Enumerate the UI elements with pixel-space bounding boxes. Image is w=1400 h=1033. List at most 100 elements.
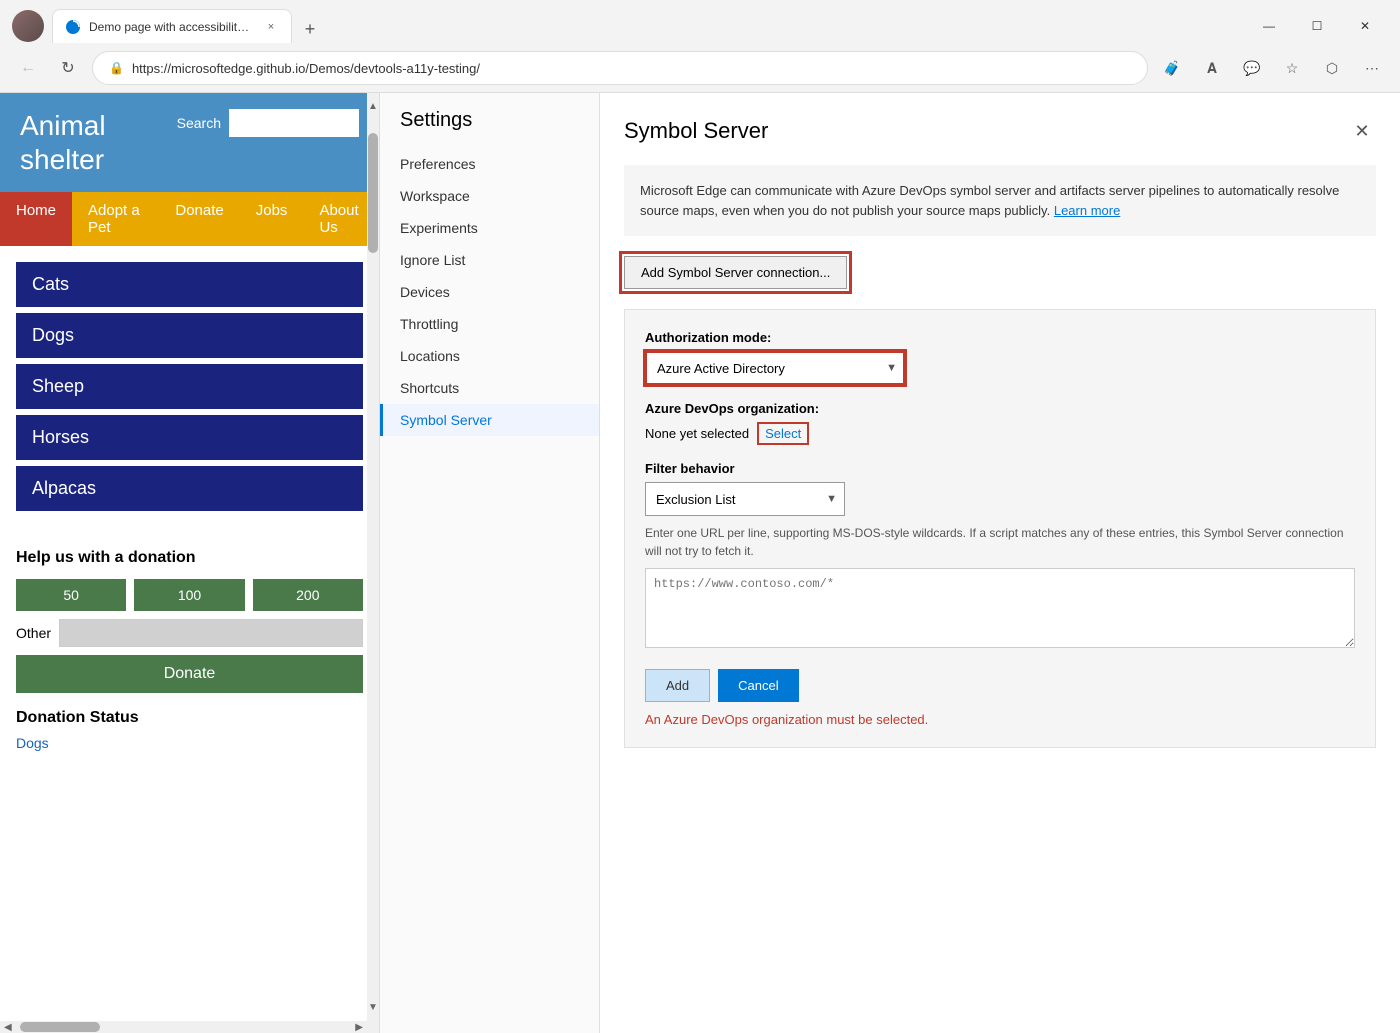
pane-close-btn[interactable]: ✕ (1348, 117, 1376, 145)
address-bar: ← ↻ 🔒 https://microsoftedge.github.io/De… (0, 44, 1400, 92)
add-server-btn[interactable]: Add Symbol Server connection... (624, 256, 847, 289)
nav-donate[interactable]: Donate (159, 192, 239, 246)
auth-mode-group: Authorization mode: Azure Active Directo… (645, 330, 1355, 385)
settings-devices[interactable]: Devices (380, 276, 599, 308)
search-input[interactable] (229, 109, 359, 137)
devops-org-group: Azure DevOps organization: None yet sele… (645, 401, 1355, 445)
nav-adopt[interactable]: Adopt a Pet (72, 192, 159, 246)
amount-100-btn[interactable]: 100 (134, 579, 244, 611)
screen-cast-icon[interactable]: 💬 (1236, 52, 1268, 84)
tab-title: Demo page with accessibility iss (89, 20, 255, 34)
browser-chrome: Demo page with accessibility iss × + — ☐… (0, 0, 1400, 93)
main-content: ▲ ▼ Animal shelter Search Home Adopt a P… (0, 93, 1400, 1033)
devops-select-link[interactable]: Select (757, 422, 809, 445)
close-tab-btn[interactable]: × (263, 19, 279, 35)
sidebar-icon[interactable]: 🧳 (1156, 52, 1188, 84)
auth-select[interactable]: Azure Active Directory Personal Access T… (645, 351, 905, 385)
animal-alpacas[interactable]: Alpacas (16, 466, 363, 511)
cancel-btn[interactable]: Cancel (718, 669, 798, 702)
active-tab[interactable]: Demo page with accessibility iss × (52, 9, 292, 43)
settings-locations[interactable]: Locations (380, 340, 599, 372)
back-btn[interactable]: ← (12, 52, 44, 84)
pane-header: Symbol Server ✕ (624, 117, 1376, 145)
filter-select-wrapper: Exclusion List Inclusion List (645, 482, 845, 516)
filter-select[interactable]: Exclusion List Inclusion List (645, 482, 845, 516)
avatar (12, 10, 44, 42)
amount-50-btn[interactable]: 50 (16, 579, 126, 611)
tab-favicon (65, 19, 81, 35)
settings-preferences[interactable]: Preferences (380, 148, 599, 180)
h-scroll-right-arrow[interactable]: ▶ (355, 1022, 363, 1033)
settings-throttling[interactable]: Throttling (380, 308, 599, 340)
refresh-icon: ↻ (61, 58, 74, 78)
title-bar: Demo page with accessibility iss × + — ☐… (0, 0, 1400, 44)
donation-status-title: Donation Status (16, 709, 363, 727)
collections-icon[interactable]: ⬡ (1316, 52, 1348, 84)
address-actions: 🧳 𝐀 💬 ☆ ⬡ ⋯ (1156, 52, 1388, 84)
scroll-thumb[interactable] (368, 133, 378, 253)
animal-horses[interactable]: Horses (16, 415, 363, 460)
tabs-area: Demo page with accessibility iss × + (52, 9, 1246, 43)
settings-title: Settings (380, 109, 599, 148)
website-title: Animal shelter (20, 109, 106, 176)
filter-behavior-group: Filter behavior Exclusion List Inclusion… (645, 461, 1355, 653)
form-actions: Add Cancel (645, 669, 1355, 702)
animal-dogs[interactable]: Dogs (16, 313, 363, 358)
horizontal-scrollbar[interactable]: ◀ ▶ (0, 1021, 367, 1033)
address-input[interactable]: 🔒 https://microsoftedge.github.io/Demos/… (92, 51, 1148, 85)
h-scroll-thumb[interactable] (20, 1022, 100, 1032)
donation-title: Help us with a donation (16, 549, 363, 567)
window-close-btn[interactable]: ✕ (1342, 10, 1388, 42)
donation-amounts: 50 100 200 (16, 579, 363, 611)
vertical-scrollbar[interactable]: ▲ ▼ (367, 93, 379, 1033)
info-box: Microsoft Edge can communicate with Azur… (624, 165, 1376, 236)
nav-home[interactable]: Home (0, 192, 72, 246)
animal-cats[interactable]: Cats (16, 262, 363, 307)
info-text: Microsoft Edge can communicate with Azur… (640, 183, 1339, 218)
more-btn[interactable]: ⋯ (1356, 52, 1388, 84)
form-section: Authorization mode: Azure Active Directo… (624, 309, 1376, 748)
animal-sheep[interactable]: Sheep (16, 364, 363, 409)
scroll-up-arrow[interactable]: ▲ (368, 101, 378, 112)
settings-symbol-server[interactable]: Symbol Server (380, 404, 599, 436)
other-amount-input[interactable] (59, 619, 363, 647)
learn-more-link[interactable]: Learn more (1054, 203, 1120, 218)
refresh-btn[interactable]: ↻ (52, 52, 84, 84)
lock-icon: 🔒 (109, 61, 124, 75)
devops-row: None yet selected Select (645, 422, 1355, 445)
amount-200-btn[interactable]: 200 (253, 579, 363, 611)
donation-status: Donation Status Dogs (0, 709, 379, 769)
filter-label: Filter behavior (645, 461, 1355, 476)
settings-ignore-list[interactable]: Ignore List (380, 244, 599, 276)
animal-list: Cats Dogs Sheep Horses Alpacas (0, 246, 379, 533)
h-scroll-left-arrow[interactable]: ◀ (4, 1022, 12, 1033)
website-pane: ▲ ▼ Animal shelter Search Home Adopt a P… (0, 93, 380, 1033)
donation-status-link[interactable]: Dogs (16, 735, 49, 751)
window-controls: — ☐ ✕ (1246, 10, 1388, 42)
pane-title: Symbol Server (624, 118, 768, 144)
devops-value: None yet selected (645, 426, 749, 441)
other-row: Other (16, 619, 363, 647)
minimize-btn[interactable]: — (1246, 10, 1292, 42)
url-textarea[interactable] (645, 568, 1355, 648)
settings-pane: Settings Preferences Workspace Experimen… (380, 93, 600, 1033)
scroll-down-arrow[interactable]: ▼ (368, 1002, 378, 1013)
donate-btn[interactable]: Donate (16, 655, 363, 693)
website-header: Animal shelter Search (0, 93, 379, 192)
add-btn[interactable]: Add (645, 669, 710, 702)
nav-jobs[interactable]: Jobs (240, 192, 304, 246)
maximize-btn[interactable]: ☐ (1294, 10, 1340, 42)
search-area: Search (177, 109, 359, 137)
new-tab-btn[interactable]: + (296, 15, 324, 43)
settings-experiments[interactable]: Experiments (380, 212, 599, 244)
favorites-icon[interactable]: ☆ (1276, 52, 1308, 84)
nav-menu: Home Adopt a Pet Donate Jobs About Us (0, 192, 379, 246)
other-label: Other (16, 625, 51, 641)
error-message: An Azure DevOps organization must be sel… (645, 712, 1355, 727)
read-aloud-icon[interactable]: 𝐀 (1196, 52, 1228, 84)
filter-desc: Enter one URL per line, supporting MS-DO… (645, 524, 1355, 560)
settings-workspace[interactable]: Workspace (380, 180, 599, 212)
settings-shortcuts[interactable]: Shortcuts (380, 372, 599, 404)
address-text: https://microsoftedge.github.io/Demos/de… (132, 61, 1131, 76)
search-label: Search (177, 115, 221, 131)
